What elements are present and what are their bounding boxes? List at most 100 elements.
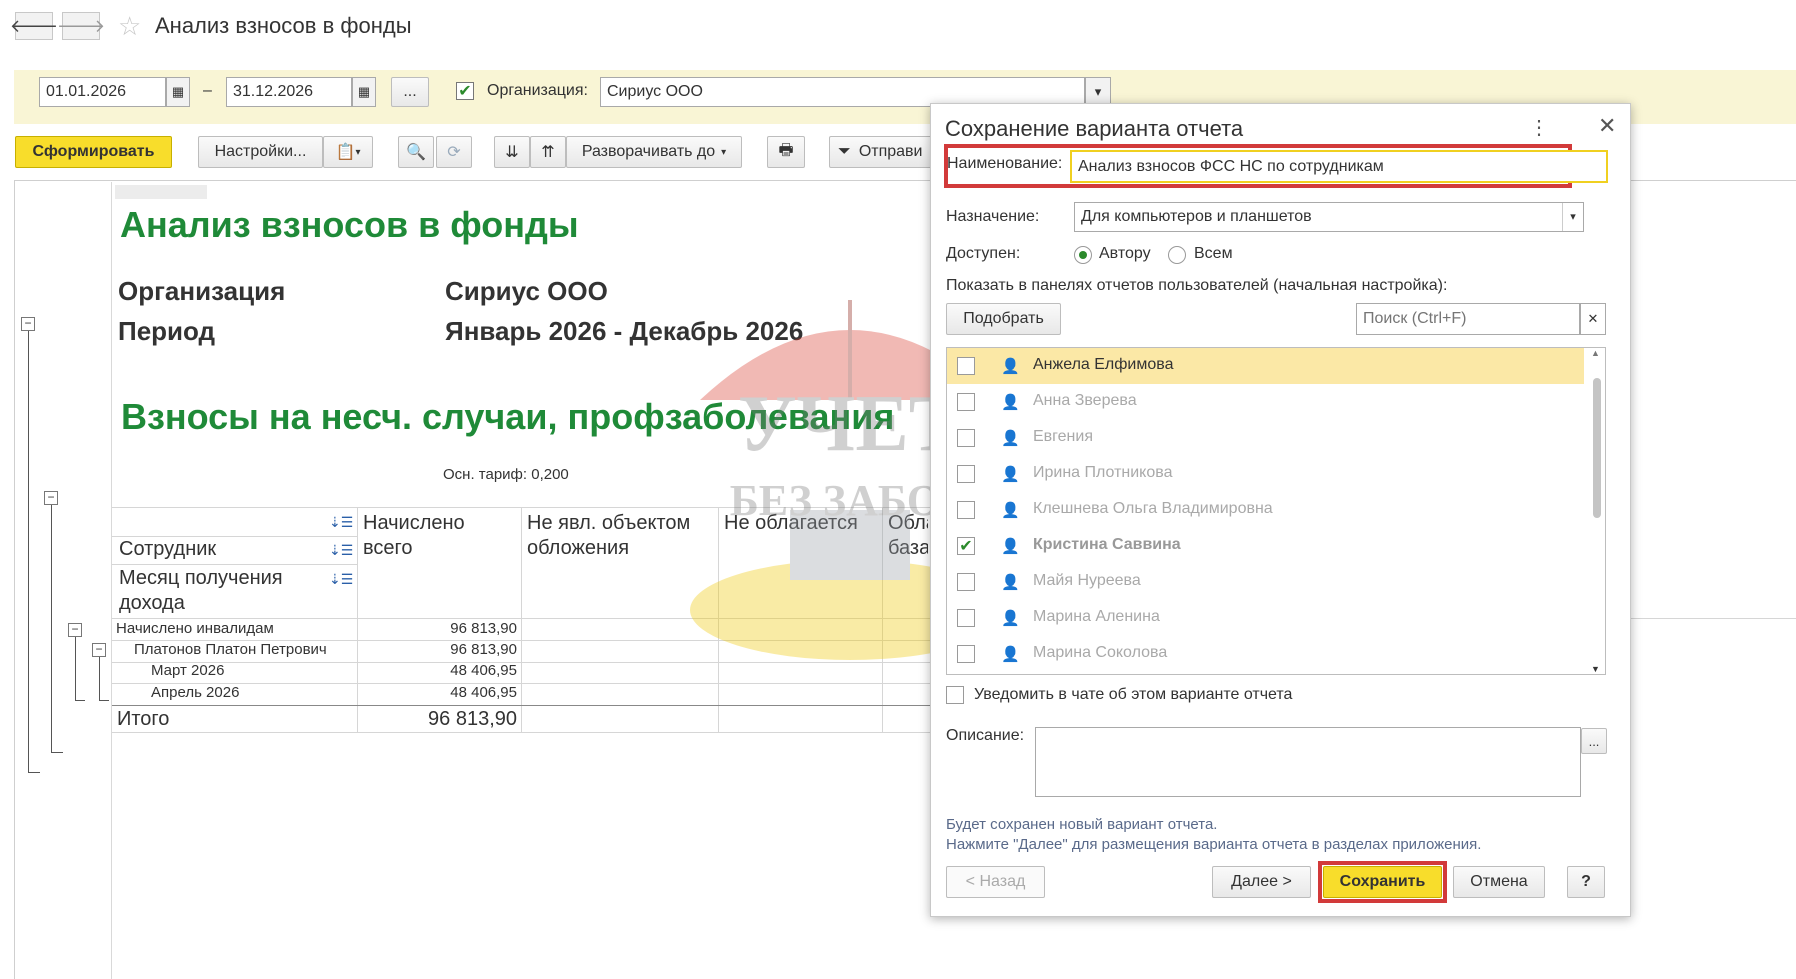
date-to-field[interactable]: 31.12.2026	[226, 77, 352, 107]
chevron-down-icon[interactable]: ▾	[1562, 203, 1583, 231]
user-name: Анжела Елфимова	[1033, 356, 1174, 373]
search-input[interactable]	[1356, 303, 1580, 335]
scroll-up-icon[interactable]: ▲	[1591, 348, 1600, 358]
date-from-field[interactable]: 01.01.2026	[39, 77, 166, 107]
organization-checkbox[interactable]: ✔	[456, 82, 474, 100]
cancel-button[interactable]: Отмена	[1453, 866, 1545, 898]
variants-button[interactable]: 📋 ▾	[323, 136, 373, 168]
list-item[interactable]: 👤 Марина Аленина	[947, 600, 1584, 636]
print-button[interactable]: 🖶	[767, 136, 805, 168]
user-name: Анна Зверева	[1033, 392, 1137, 409]
table-border	[112, 564, 358, 565]
scroll-down-icon[interactable]: ▼	[1591, 664, 1600, 674]
user-name: Марина Аленина	[1033, 608, 1160, 625]
list-item[interactable]: 👤 Майя Нуреева	[947, 564, 1584, 600]
user-checkbox[interactable]	[957, 645, 975, 663]
period-label: Период	[118, 316, 216, 346]
list-item[interactable]: ✔ 👤 Кристина Саввина	[947, 528, 1584, 564]
back-button[interactable]: 🡐	[10, 12, 58, 40]
list-item[interactable]: 👤 Анжела Елфимова	[947, 348, 1584, 384]
forward-button[interactable]: 🡒	[57, 12, 105, 40]
expand-all-button[interactable]: ⇈	[530, 136, 566, 168]
list-item[interactable]: 👤 Марина Соколова	[947, 636, 1584, 672]
more-icon[interactable]: ⋮	[1529, 115, 1549, 140]
col-employee: Сотрудник	[119, 538, 217, 560]
organization-label: Организация:	[487, 82, 588, 99]
send-label: Отправи	[858, 143, 923, 160]
tree-line	[75, 700, 85, 701]
report-title: Анализ взносов в фонды	[120, 204, 579, 245]
table-row-value: 96 813,90	[450, 641, 517, 658]
list-item[interactable]: 👤 Клешнева Ольга Владимировна	[947, 492, 1584, 528]
tree-line	[99, 657, 100, 701]
user-checkbox[interactable]	[957, 573, 975, 591]
list-item[interactable]: 👤 Анна Зверева	[947, 384, 1584, 420]
page-title: Анализ взносов в фонды	[155, 13, 412, 38]
settings-button[interactable]: Настройки...	[198, 136, 323, 168]
description-field[interactable]	[1035, 727, 1581, 797]
save-variant-dialog: Сохранение варианта отчета ⋮ ✕ Наименова…	[930, 103, 1631, 917]
user-name: Ирина Плотникова	[1033, 464, 1173, 481]
find-button[interactable]: 🔍	[398, 136, 434, 168]
list-item[interactable]: 👤 Евгения	[947, 420, 1584, 456]
user-checkbox[interactable]	[957, 501, 975, 519]
user-checkbox[interactable]	[957, 609, 975, 627]
user-icon: 👤	[1001, 358, 1020, 375]
collapse-icon[interactable]: −	[68, 623, 82, 637]
table-border	[521, 507, 522, 732]
table-border	[112, 507, 932, 508]
save-button[interactable]: Сохранить	[1323, 866, 1442, 898]
next-button[interactable]: Далее >	[1212, 866, 1311, 898]
table-row-label: Март 2026	[151, 662, 225, 679]
user-name: Марина Соколова	[1033, 644, 1168, 661]
user-checkbox[interactable]	[957, 465, 975, 483]
author-radio[interactable]	[1074, 246, 1092, 264]
sort-icon[interactable]: ⇣☰	[329, 571, 353, 588]
expand-to-button[interactable]: Разворачивать до ▾	[566, 136, 742, 168]
sort-icon[interactable]: ⇣☰	[329, 514, 353, 531]
available-label: Доступен:	[946, 245, 1021, 262]
tree-line	[75, 637, 76, 701]
description-more-button[interactable]: ...	[1581, 728, 1607, 754]
help-button[interactable]: ?	[1567, 866, 1605, 898]
report-gutter	[111, 182, 112, 979]
collapse-all-button[interactable]: ⇊	[494, 136, 530, 168]
user-checkbox[interactable]	[957, 429, 975, 447]
filter-icon: ⏷	[838, 143, 851, 160]
user-icon: 👤	[1001, 430, 1020, 447]
collapse-icon[interactable]: −	[21, 317, 35, 331]
pick-button[interactable]: Подобрать	[946, 303, 1061, 335]
notify-label: Уведомить в чате об этом варианте отчета	[974, 686, 1293, 703]
name-field[interactable]: Анализ взносов ФСС НС по сотрудникам	[1070, 150, 1608, 183]
notify-checkbox[interactable]	[946, 686, 964, 704]
user-name: Клешнева Ольга Владимировна	[1033, 500, 1273, 517]
tree-line	[51, 505, 52, 753]
sort-icon[interactable]: ⇣☰	[329, 542, 353, 559]
star-icon[interactable]: ☆	[118, 12, 141, 40]
scroll-thumb[interactable]	[1593, 378, 1601, 518]
send-button[interactable]: ⏷ Отправи	[829, 136, 939, 168]
user-icon: 👤	[1001, 538, 1020, 555]
collapse-icon[interactable]: −	[92, 643, 106, 657]
user-checkbox[interactable]: ✔	[957, 537, 975, 555]
back-button[interactable]: < Назад	[946, 866, 1045, 898]
user-icon: 👤	[1001, 610, 1020, 627]
calendar-icon[interactable]: ▦	[352, 77, 376, 107]
list-item[interactable]: 👤 Ирина Плотникова	[947, 456, 1584, 492]
user-checkbox[interactable]	[957, 393, 975, 411]
all-radio[interactable]	[1168, 246, 1186, 264]
list-scrollbar[interactable]: ▲ ▼	[1591, 348, 1603, 674]
close-icon[interactable]: ✕	[1598, 113, 1616, 139]
clear-search-icon[interactable]: ✕	[1580, 303, 1606, 335]
col-not-object: Не явл. объектом обложения	[527, 512, 691, 559]
find-next-button[interactable]: ⟳	[436, 136, 472, 168]
period-select-button[interactable]: ...	[391, 77, 429, 107]
collapse-icon[interactable]: −	[44, 491, 58, 505]
user-checkbox[interactable]	[957, 357, 975, 375]
clipboard-icon: 📋	[335, 144, 356, 161]
calendar-icon[interactable]: ▦	[166, 77, 190, 107]
date-dash: –	[203, 82, 212, 99]
all-option-label: Всем	[1194, 245, 1233, 262]
generate-button[interactable]: Сформировать	[15, 136, 172, 168]
purpose-field[interactable]: Для компьютеров и планшетов	[1074, 202, 1584, 232]
